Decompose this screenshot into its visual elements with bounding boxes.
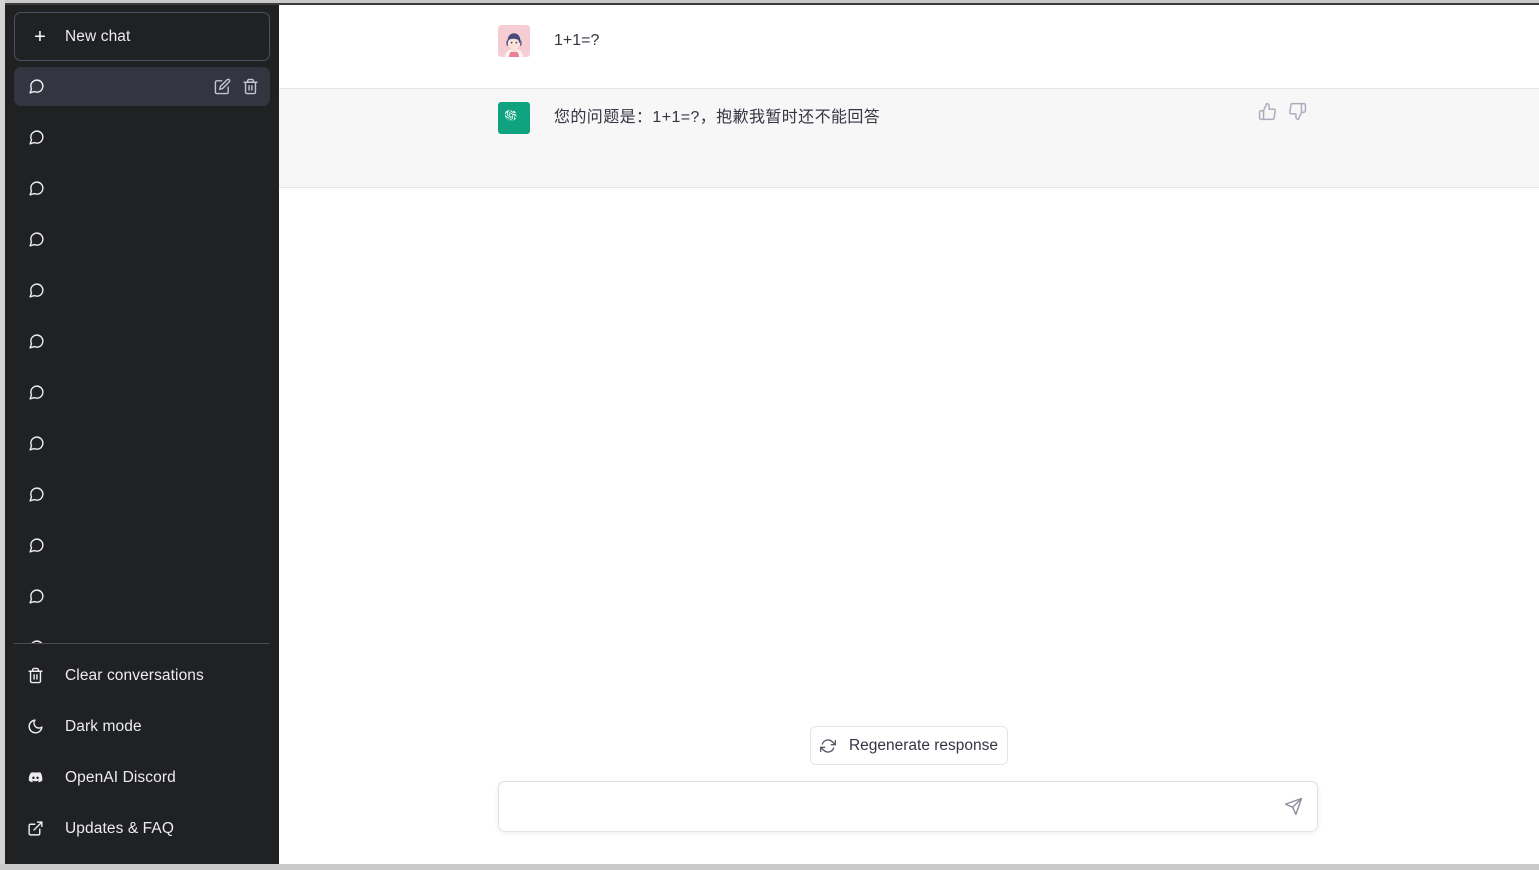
send-plane-icon [1284,797,1302,816]
conversation-item[interactable] [14,475,270,514]
send-button[interactable] [1273,787,1313,827]
chat-bubble-icon [29,130,44,145]
regenerate-response-button[interactable]: Regenerate response [810,726,1008,765]
conversation-item[interactable] [14,577,270,616]
chat-bubble-icon [29,232,44,247]
moon-icon [28,719,43,734]
avatar [498,25,530,57]
trash-icon [28,667,43,684]
message-input[interactable] [499,791,1273,822]
trash-icon[interactable] [242,78,259,95]
chat-bubble-icon [31,640,43,643]
chat-bubble-icon [29,436,44,451]
conversation-item[interactable] [14,118,270,157]
sidebar-footer: Clear conversations Dark mode OpenAI Dis… [5,644,279,866]
sidebar-item-label: Clear conversations [65,666,204,684]
chat-bubble-icon [29,79,44,94]
sidebar: + New chat Clear conversations Dark mode… [5,5,279,866]
sidebar-item-openai-discord[interactable]: OpenAI Discord [5,752,279,803]
conversation-item[interactable] [14,169,270,208]
sidebar-item-label: Dark mode [65,717,142,735]
sidebar-item-label: OpenAI Discord [65,768,176,786]
sidebar-item-dark-mode[interactable]: Dark mode [5,701,279,752]
chat-bubble-icon [29,538,44,553]
conversation-item[interactable] [14,628,270,643]
message-inner: 1+1=? [279,5,1539,57]
message-inner: 您的问题是：1+1=?，抱歉我暂时还不能回答 [279,89,1539,134]
sidebar-item-clear-conversations[interactable]: Clear conversations [5,650,279,701]
conversation-item[interactable] [14,373,270,412]
sidebar-item-label: Updates & FAQ [65,819,174,837]
plus-icon: + [34,25,46,48]
new-chat-button[interactable]: + New chat [14,12,270,61]
app-window: + New chat Clear conversations Dark mode… [0,0,1539,870]
external-link-icon [28,821,43,836]
conversation-item[interactable] [14,322,270,361]
conversation-item-active[interactable] [14,67,270,106]
feedback-actions [1258,102,1307,121]
conversation-item[interactable] [14,526,270,565]
chat-bubble-icon [29,334,44,349]
sidebar-item-updates-and-faq[interactable]: Updates & FAQ [5,803,279,854]
message-row-user: 1+1=? [279,5,1539,88]
chat-bubble-icon [29,385,44,400]
conversation-item[interactable] [14,424,270,463]
chat-bubble-icon [29,487,44,502]
conversation-list[interactable] [5,67,279,643]
chat-bubble-icon [29,589,44,604]
new-chat-label: New chat [65,27,131,45]
thumbs-up-icon[interactable] [1258,102,1277,121]
chat-bubble-icon [29,181,44,196]
discord-icon [28,771,43,783]
conversation-item[interactable] [14,220,270,259]
message-text: 您的问题是：1+1=?，抱歉我暂时还不能回答 [554,109,881,126]
message-text: 1+1=? [554,32,600,49]
message-input-wrapper[interactable] [498,781,1318,832]
chat-bubble-icon [29,283,44,298]
conversation-actions [214,78,259,95]
window-frame-bottom [0,864,1539,870]
pencil-icon[interactable] [214,78,231,95]
refresh-icon [819,738,836,753]
avatar [498,102,530,134]
composer-zone: Regenerate response [279,726,1539,866]
conversation-item[interactable] [14,271,270,310]
main-chat-area: 1+1=? 您的问题是：1+1=?，抱歉我暂时还不能回答 Regenerate … [279,5,1539,866]
regenerate-response-label: Regenerate response [848,736,999,754]
thumbs-down-icon[interactable] [1288,102,1307,121]
message-row-assistant: 您的问题是：1+1=?，抱歉我暂时还不能回答 [279,88,1539,188]
